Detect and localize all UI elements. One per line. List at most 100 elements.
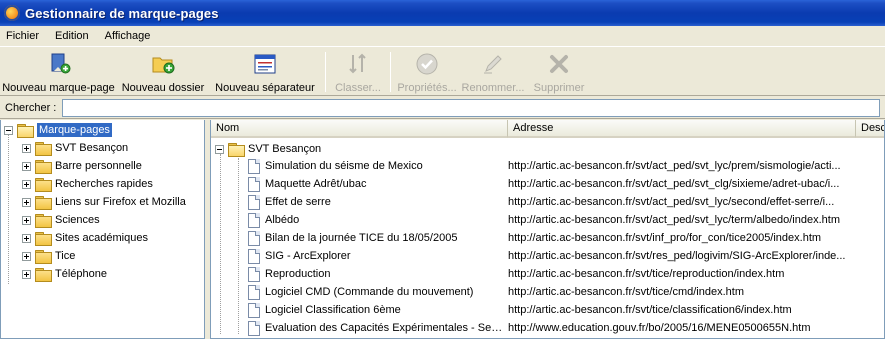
expand-icon[interactable]	[22, 215, 31, 225]
menu-bar: Fichier Edition Affichage	[0, 26, 885, 47]
tree-item-label: SVT Besançon	[55, 142, 129, 154]
bookmark-tree[interactable]: Marque-pages SVT Besançon Barre personne…	[0, 120, 205, 339]
bookmark-list[interactable]: Nom Adresse Desc SVT Besançon Simulation…	[210, 120, 885, 339]
tree-item-svt-besancon[interactable]: SVT Besançon	[1, 139, 204, 157]
properties-label: Propriétés...	[397, 82, 457, 94]
table-row[interactable]: Albédo http://artic.ac-besancon.fr/svt/a…	[211, 212, 884, 230]
bookmark-url: http://artic.ac-besancon.fr/svt/act_ped/…	[508, 178, 840, 190]
table-row[interactable]: Effet de serre http://artic.ac-besancon.…	[211, 194, 884, 212]
menu-fichier[interactable]: Fichier	[0, 30, 47, 42]
menu-affichage[interactable]: Affichage	[97, 30, 159, 42]
search-input[interactable]	[62, 98, 881, 117]
expand-icon[interactable]	[22, 179, 31, 189]
table-row[interactable]: Simulation du séisme de Mexico http://ar…	[211, 158, 884, 176]
sort-icon	[346, 52, 370, 76]
delete-icon	[547, 52, 571, 76]
bookmark-name: Maquette Adrêt/ubac	[265, 178, 367, 190]
bookmark-name: Effet de serre	[265, 196, 331, 208]
new-separator-button[interactable]: Nouveau séparateur	[209, 48, 321, 94]
rename-button[interactable]: Renommer...	[459, 48, 527, 94]
folder-open-icon	[228, 142, 245, 157]
new-folder-label: Nouveau dossier	[121, 82, 205, 94]
tree-item-label: Sites académiques	[55, 232, 148, 244]
table-row[interactable]: Evaluation des Capacités Expérimentales …	[211, 320, 884, 338]
properties-button[interactable]: Propriétés...	[395, 48, 459, 94]
tree-item-label: Tice	[55, 250, 76, 262]
bookmark-name: Albédo	[265, 214, 300, 226]
collapse-icon[interactable]	[215, 144, 224, 154]
delete-label: Supprimer	[533, 82, 585, 94]
bookmark-page-icon	[248, 285, 260, 300]
bookmark-page-icon	[248, 249, 260, 264]
expand-icon[interactable]	[22, 269, 31, 279]
new-separator-icon	[253, 52, 277, 76]
toolbar-divider	[390, 52, 391, 92]
table-row[interactable]: Bilan de la journée TICE du 18/05/2005 h…	[211, 230, 884, 248]
tree-item-root[interactable]: Marque-pages	[1, 121, 204, 139]
folder-open-icon	[17, 123, 34, 138]
folder-icon	[35, 141, 52, 156]
column-header-name[interactable]: Nom	[211, 120, 508, 138]
folder-icon	[35, 159, 52, 174]
expand-icon[interactable]	[22, 161, 31, 171]
folder-icon	[35, 249, 52, 264]
bookmark-page-icon	[248, 177, 260, 192]
bookmark-url: http://www.education.gouv.fr/bo/2005/16/…	[508, 322, 811, 334]
collapse-icon[interactable]	[4, 125, 13, 135]
search-label: Chercher :	[5, 101, 57, 114]
bookmark-url: http://artic.ac-besancon.fr/svt/tice/rep…	[508, 268, 785, 280]
tree-item-label: Marque-pages	[37, 123, 112, 137]
bookmark-name: Logiciel Classification 6ème	[265, 304, 401, 316]
expand-icon[interactable]	[22, 143, 31, 153]
menu-edition[interactable]: Edition	[47, 30, 97, 42]
properties-icon	[415, 52, 439, 76]
expand-icon[interactable]	[22, 233, 31, 243]
delete-button[interactable]: Supprimer	[527, 48, 591, 94]
folder-icon	[35, 213, 52, 228]
bookmark-url: http://artic.ac-besancon.fr/svt/act_ped/…	[508, 196, 835, 208]
table-row[interactable]: SIG - ArcExplorer http://artic.ac-besanc…	[211, 248, 884, 266]
list-folder-row[interactable]: SVT Besançon	[211, 140, 511, 158]
tree-item-tice[interactable]: Tice	[1, 247, 204, 265]
new-separator-label: Nouveau séparateur	[215, 82, 315, 94]
sort-button[interactable]: Classer...	[330, 48, 386, 94]
tree-item-recherches-rapides[interactable]: Recherches rapides	[1, 175, 204, 193]
bookmark-url: http://artic.ac-besancon.fr/svt/act_ped/…	[508, 214, 840, 226]
table-row[interactable]: Logiciel Classification 6ème http://arti…	[211, 302, 884, 320]
folder-icon	[35, 267, 52, 282]
search-bar: Chercher :	[0, 97, 885, 119]
folder-icon	[35, 177, 52, 192]
bookmark-name: Evaluation des Capacités Expérimentales …	[265, 322, 503, 334]
table-row[interactable]: Logiciel CMD (Commande du mouvement) htt…	[211, 284, 884, 302]
bookmark-url: http://artic.ac-besancon.fr/svt/res_ped/…	[508, 250, 846, 262]
new-bookmark-icon	[47, 52, 71, 76]
tree-item-telephone[interactable]: Téléphone	[1, 265, 204, 283]
rename-label: Renommer...	[461, 82, 525, 94]
table-row[interactable]: Reproduction http://artic.ac-besancon.fr…	[211, 266, 884, 284]
expand-icon[interactable]	[22, 197, 31, 207]
table-row[interactable]: Maquette Adrêt/ubac http://artic.ac-besa…	[211, 176, 884, 194]
bookmark-url: http://artic.ac-besancon.fr/svt/tice/cmd…	[508, 286, 744, 298]
tree-item-sciences[interactable]: Sciences	[1, 211, 204, 229]
bookmark-name: SIG - ArcExplorer	[265, 250, 351, 262]
new-bookmark-button[interactable]: Nouveau marque-page	[0, 48, 117, 94]
tree-item-label: Liens sur Firefox et Mozilla	[55, 196, 186, 208]
bookmark-name: Logiciel CMD (Commande du mouvement)	[265, 286, 474, 298]
tree-item-sites-academiques[interactable]: Sites académiques	[1, 229, 204, 247]
tree-item-barre-personnelle[interactable]: Barre personnelle	[1, 157, 204, 175]
bookmark-name: Simulation du séisme de Mexico	[265, 160, 423, 172]
folder-icon	[35, 231, 52, 246]
toolbar-divider	[325, 52, 326, 92]
bookmark-page-icon	[248, 267, 260, 282]
sort-label: Classer...	[335, 82, 381, 94]
column-header-description[interactable]: Desc	[856, 120, 884, 138]
tree-item-label: Barre personnelle	[55, 160, 142, 172]
firefox-icon	[4, 5, 20, 21]
column-header-address[interactable]: Adresse	[508, 120, 856, 138]
folder-name: SVT Besançon	[248, 143, 322, 155]
tree-item-liens-firefox[interactable]: Liens sur Firefox et Mozilla	[1, 193, 204, 211]
bookmark-url: http://artic.ac-besancon.fr/svt/inf_pro/…	[508, 232, 822, 244]
tree-item-label: Recherches rapides	[55, 178, 153, 190]
new-folder-button[interactable]: Nouveau dossier	[117, 48, 209, 94]
expand-icon[interactable]	[22, 251, 31, 261]
